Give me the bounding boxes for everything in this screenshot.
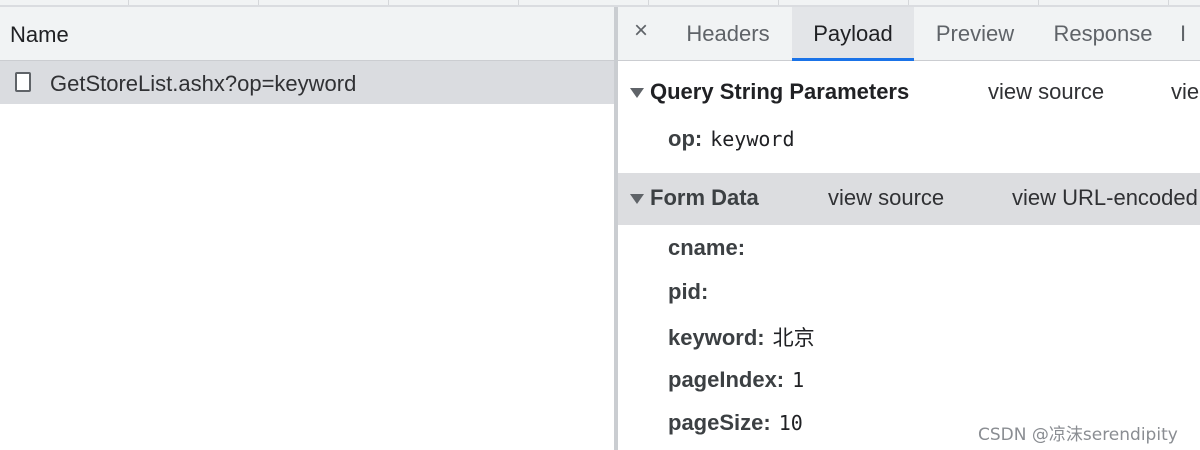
- query-string-section-header[interactable]: Query String Parameters view source vie: [618, 67, 1200, 119]
- param-key: op:: [668, 126, 703, 151]
- close-icon[interactable]: ×: [634, 17, 648, 45]
- form-data-title: Form Data: [650, 185, 759, 210]
- form-param-row: pid:: [668, 279, 716, 305]
- top-timeline-strip: [0, 0, 1200, 7]
- tab-preview[interactable]: Preview: [916, 7, 1034, 60]
- form-param-row: pageIndex: 1: [668, 367, 804, 393]
- query-view-source-link[interactable]: view source: [988, 79, 1104, 105]
- param-key: cname:: [668, 235, 746, 260]
- form-view-source-link[interactable]: view source: [828, 185, 944, 211]
- name-column-header[interactable]: Name: [0, 7, 614, 61]
- form-param-row: cname:: [668, 235, 753, 261]
- form-data-section-header[interactable]: Form Data view source view URL-encoded: [618, 173, 1200, 225]
- param-key: keyword:: [668, 325, 765, 350]
- param-value: 1: [792, 368, 805, 392]
- query-param-row: op: keyword: [668, 126, 795, 152]
- csdn-watermark: CSDN @凉沫serendipity: [978, 425, 1178, 445]
- form-param-row: pageSize: 10: [668, 410, 803, 436]
- form-param-row: keyword: 北京: [668, 322, 815, 352]
- param-key: pageIndex:: [668, 367, 785, 392]
- tab-payload[interactable]: Payload: [792, 7, 914, 61]
- request-list-pane: Name GetStoreList.ashx?op=keyword: [0, 7, 614, 450]
- document-icon: [15, 72, 31, 92]
- param-value: 10: [778, 411, 803, 435]
- details-tabbar: × Headers Payload Preview Response I: [618, 7, 1200, 61]
- param-key: pid:: [668, 279, 709, 304]
- name-column-label: Name: [10, 22, 69, 47]
- request-name: GetStoreList.ashx?op=keyword: [50, 71, 357, 96]
- query-string-title: Query String Parameters: [650, 79, 910, 104]
- tab-headers[interactable]: Headers: [666, 7, 790, 60]
- tab-response[interactable]: Response: [1036, 7, 1170, 60]
- param-key: pageSize:: [668, 410, 771, 435]
- param-value: 北京: [772, 326, 815, 350]
- request-row[interactable]: GetStoreList.ashx?op=keyword: [0, 61, 614, 104]
- request-details-pane: × Headers Payload Preview Response I Que…: [618, 7, 1200, 450]
- param-value: keyword: [710, 127, 795, 151]
- form-view-url-encoded-link[interactable]: view URL-encoded: [1012, 185, 1198, 211]
- query-view-decoded-link[interactable]: vie: [1171, 79, 1199, 105]
- tab-initiator[interactable]: I: [1180, 7, 1200, 60]
- collapse-triangle-icon: [630, 194, 644, 204]
- collapse-triangle-icon: [630, 88, 644, 98]
